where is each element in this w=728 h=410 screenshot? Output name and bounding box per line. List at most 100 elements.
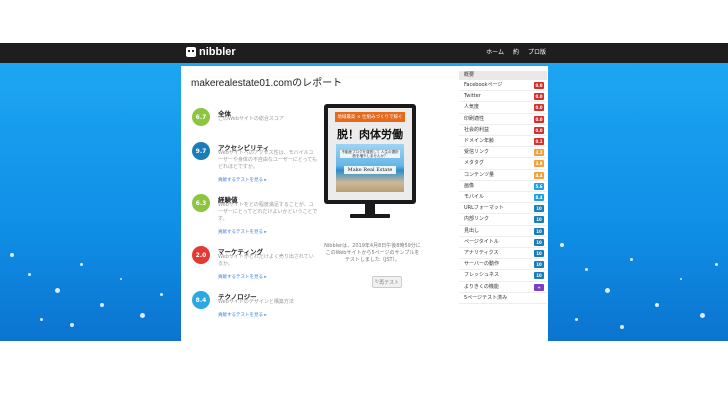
- promo-banner: 地域最高 × 仕組みづくりで稼ぐ: [335, 112, 405, 122]
- score-circle: 8.4: [192, 291, 210, 309]
- view-tests-link[interactable]: 貢献するテストを見る ▸: [218, 229, 267, 235]
- bokeh-dot: [120, 278, 122, 280]
- bokeh-dot: [655, 303, 659, 307]
- sidebar-item[interactable]: ドメイン年齢 0.1: [459, 136, 547, 148]
- sidebar-item-label: 社会的利益: [464, 126, 490, 133]
- score-badge: 10: [534, 205, 544, 213]
- sidebar-item[interactable]: 5ページテスト済み: [459, 293, 547, 304]
- bokeh-dot: [585, 268, 588, 271]
- promo-label: Make Real Estate: [344, 166, 396, 174]
- metric-description: Webサイトのデザインと構築方法: [218, 299, 294, 305]
- score-badge: +: [534, 283, 544, 291]
- sidebar-item-label: ページタイトル: [464, 238, 499, 245]
- score-badge: 10: [534, 261, 544, 269]
- score-badge: 0.0: [534, 93, 544, 101]
- view-tests-link[interactable]: 貢献するテストを見る ▸: [218, 312, 267, 318]
- sidebar-item-label: URLフォーマット: [464, 205, 504, 212]
- sidebar-item[interactable]: メタタグ 3.9: [459, 158, 547, 170]
- score-badge: 0.0: [534, 82, 544, 89]
- sidebar-item-label: Twitter: [464, 93, 481, 100]
- site-preview-monitor: 地域最高 × 仕組みづくりで稼ぐ 脱！肉体労働 不動産ブログを運営して 人生の選…: [324, 104, 416, 220]
- retest-button[interactable]: ↻ 再テスト: [372, 276, 402, 288]
- site-screenshot: 地域最高 × 仕組みづくりで稼ぐ 脱！肉体労働 不動産ブログを運営して 人生の選…: [328, 108, 412, 200]
- score-badge: 4.4: [534, 171, 544, 179]
- sidebar-item[interactable]: モバイル 8.4: [459, 192, 547, 204]
- sidebar-item-label: 内部リンク: [464, 216, 490, 223]
- bokeh-dot: [605, 288, 610, 293]
- sidebar-item[interactable]: 受信リンク 3.2: [459, 147, 547, 159]
- sidebar-item[interactable]: 見出し 10: [459, 226, 547, 237]
- sidebar-item[interactable]: よりきくの機能 +: [459, 282, 547, 293]
- metric-description: Webサイトへのアクセス性は、モバイルユーザーや身体の不自由なユーザーにとっても…: [218, 150, 318, 170]
- logo-text: nibbler: [199, 46, 236, 58]
- sidebar-item-label: アナリティクス: [464, 250, 499, 256]
- bokeh-dot: [160, 293, 163, 296]
- view-tests-link[interactable]: 貢献するテストを見る ▸: [218, 274, 267, 280]
- sidebar-item[interactable]: フレッシュネス 10: [459, 270, 547, 282]
- sidebar-item[interactable]: 内部リンク 10: [459, 214, 547, 226]
- sidebar-item-label: 受信リンク: [464, 149, 490, 156]
- bokeh-dot: [630, 258, 633, 261]
- bokeh-dot: [28, 273, 31, 276]
- nav-home[interactable]: ホーム: [486, 47, 504, 56]
- view-tests-link[interactable]: 貢献するテストを見る ▸: [218, 177, 267, 183]
- test-caption: Nibblerは、2019年4月8日午後8時59分にこのWebサイトから5ページ…: [324, 243, 421, 263]
- score-circle: 2.0: [192, 246, 210, 264]
- bokeh-dot: [620, 325, 624, 329]
- sidebar-item[interactable]: URLフォーマット 10: [459, 203, 547, 215]
- sidebar-item-label: 印刷適性: [464, 115, 485, 122]
- retest-label: 再テスト: [379, 279, 400, 286]
- sidebar-item-label: 人気度: [464, 104, 480, 111]
- monitor-screen: 地域最高 × 仕組みづくりで稼ぐ 脱！肉体労働 不動産ブログを運営して 人生の選…: [324, 104, 416, 204]
- score-badge: 5.6: [534, 182, 544, 190]
- sidebar-item-label: ドメイン年齢: [464, 138, 495, 144]
- sidebar-item-label: サーバーの動作: [464, 261, 499, 268]
- sidebar-item[interactable]: 人気度 0.0: [459, 102, 547, 114]
- sidebar-item[interactable]: サーバーの動作 10: [459, 259, 547, 271]
- score-badge: 0.0: [534, 104, 544, 112]
- bokeh-dot: [700, 313, 705, 318]
- metric-description: このWebサイトの総合スコア: [218, 116, 284, 122]
- bokeh-dot: [575, 318, 578, 321]
- nav-pro[interactable]: プロ版: [528, 47, 546, 56]
- score-badge: 8.4: [534, 194, 544, 201]
- score-badge: 0.1: [534, 138, 544, 145]
- report-title: makerealestate01.comのレポート: [191, 78, 343, 89]
- promo-headline: 脱！肉体労働: [337, 128, 403, 141]
- score-badge: 3.2: [534, 149, 544, 157]
- sidebar-item[interactable]: 印刷適性 0.0: [459, 114, 547, 125]
- bokeh-dot: [100, 303, 104, 307]
- score-badge: 0.0: [534, 115, 544, 123]
- score-badge: 10: [534, 216, 544, 224]
- score-circle: 6.3: [192, 194, 210, 212]
- nibbler-logo-icon: [186, 47, 196, 57]
- monitor-stand: [365, 204, 375, 214]
- bokeh-dot: [70, 323, 74, 327]
- sidebar-header: 概要: [459, 71, 547, 80]
- sidebar-item[interactable]: アナリティクス 10: [459, 248, 547, 260]
- nav-about[interactable]: 約: [513, 47, 519, 56]
- bokeh-dot: [560, 243, 564, 247]
- sidebar-item-label: 画像: [464, 182, 475, 189]
- score-badge: 3.9: [534, 160, 544, 168]
- sidebar-item[interactable]: Twitter 0.0: [459, 91, 547, 103]
- bokeh-dot: [10, 253, 14, 257]
- sidebar-item[interactable]: コンテンツ量 4.4: [459, 170, 547, 181]
- sidebar-item-label: フレッシュネス: [464, 272, 500, 279]
- score-badge: 10: [534, 250, 544, 257]
- sidebar-item[interactable]: ページタイトル 10: [459, 237, 547, 248]
- score-circle: 6.7: [192, 108, 210, 126]
- bokeh-dot: [140, 313, 145, 318]
- main-nav: ホーム 約 プロ版: [486, 47, 546, 56]
- sidebar-item-label: メタタグ: [464, 160, 485, 167]
- sidebar-item[interactable]: Facebookページ 0.0: [459, 80, 547, 92]
- top-nav-bar: nibbler ホーム 約 プロ版: [0, 43, 728, 63]
- monitor-base: [350, 214, 390, 218]
- score-badge: 0.0: [534, 126, 544, 134]
- summary-sidebar: 概要 Facebookページ 0.0 Twitter 0.0 人気度 0.0 印刷適性 0.0…: [459, 71, 547, 341]
- sidebar-item[interactable]: 社会的利益 0.0: [459, 125, 547, 136]
- sidebar-item-label: 5ページテスト済み: [464, 294, 508, 301]
- nibbler-logo[interactable]: nibbler: [186, 46, 236, 58]
- sidebar-item[interactable]: 画像 5.6: [459, 181, 547, 192]
- sidebar-item-label: Facebookページ: [464, 82, 503, 88]
